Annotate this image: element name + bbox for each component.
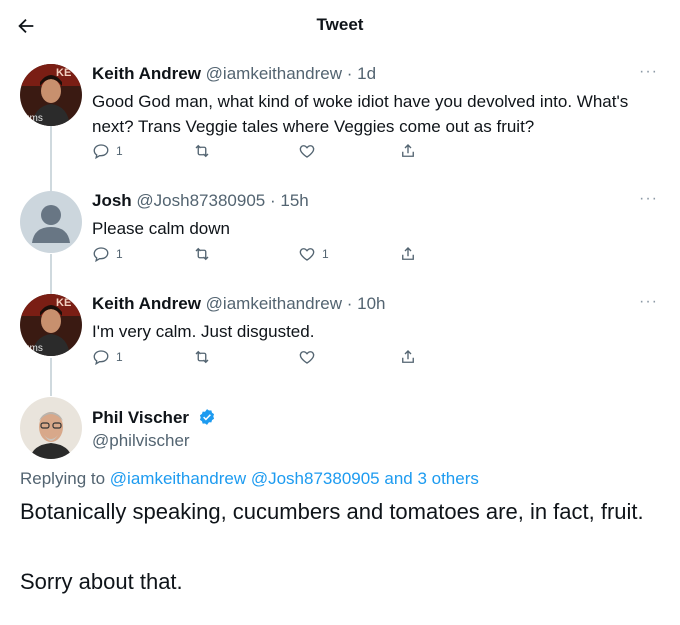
main-handle[interactable]: @philvischer <box>92 431 190 451</box>
retweet-icon <box>195 350 209 364</box>
svg-text:ums: ums <box>24 343 43 354</box>
like-icon <box>299 145 315 158</box>
reply-icon <box>93 247 109 263</box>
separator-dot: · <box>269 191 276 210</box>
main-tweet-text: Botanically speaking, cucumbers and toma… <box>20 499 644 524</box>
timestamp[interactable]: 10h <box>357 294 385 313</box>
handle[interactable]: @iamkeithandrew <box>206 294 342 313</box>
tweet-actions: 1 <box>92 142 432 164</box>
thread-line <box>50 254 52 296</box>
svg-text:ums: ums <box>24 113 43 124</box>
like-button[interactable] <box>298 142 322 160</box>
more-icon[interactable]: ··· <box>639 63 658 81</box>
retweet-button[interactable] <box>192 142 218 160</box>
like-icon <box>299 248 315 261</box>
main-tweet-text-2: Sorry about that. <box>20 569 183 594</box>
thread-line <box>50 358 52 396</box>
header: Tweet <box>0 0 680 52</box>
reply-count: 1 <box>116 144 123 158</box>
reply-count: 1 <box>116 247 123 261</box>
share-icon <box>402 247 414 260</box>
tweet-header: Josh @Josh87380905 · 15h <box>92 191 309 211</box>
reply-count: 1 <box>116 350 123 364</box>
timestamp[interactable]: 1d <box>357 64 376 83</box>
main-display-name[interactable]: Phil Vischer <box>92 408 216 428</box>
display-name[interactable]: Josh <box>92 191 132 210</box>
separator-dot: · <box>346 294 353 313</box>
more-icon[interactable]: ··· <box>639 190 658 208</box>
retweet-icon <box>195 144 209 158</box>
like-icon <box>299 351 315 364</box>
handle[interactable]: @iamkeithandrew <box>206 64 342 83</box>
reply-button[interactable]: 1 <box>92 245 123 263</box>
retweet-button[interactable] <box>192 348 218 366</box>
more-icon[interactable]: ··· <box>639 293 658 311</box>
avatar[interactable]: KE ums <box>20 294 82 356</box>
svg-text:KE: KE <box>56 67 71 79</box>
handle[interactable]: @Josh87380905 <box>136 191 265 210</box>
tweet-actions: 1 <box>92 348 432 370</box>
share-button[interactable] <box>399 348 417 366</box>
retweet-icon <box>195 247 209 261</box>
like-count: 1 <box>322 247 329 261</box>
reply-button[interactable]: 1 <box>92 142 123 160</box>
replying-prefix: Replying to <box>20 469 106 488</box>
share-button[interactable] <box>399 245 417 263</box>
svg-text:KE: KE <box>56 297 71 309</box>
retweet-button[interactable] <box>192 245 218 263</box>
tweet-header: Keith Andrew @iamkeithandrew · 1d <box>92 64 376 84</box>
timestamp[interactable]: 15h <box>280 191 308 210</box>
avatar[interactable] <box>20 397 82 459</box>
tweet-text: Please calm down <box>92 219 230 238</box>
reply-icon <box>93 350 109 366</box>
reply-icon <box>93 144 109 160</box>
share-button[interactable] <box>399 142 417 160</box>
avatar[interactable] <box>20 191 82 253</box>
display-name[interactable]: Keith Andrew <box>92 294 201 313</box>
thread-line <box>50 126 52 192</box>
avatar[interactable]: KE ums <box>20 64 82 126</box>
reply-button[interactable]: 1 <box>92 348 123 366</box>
replying-to: Replying to @iamkeithandrew @Josh8738090… <box>20 469 479 489</box>
replying-to-links[interactable]: @iamkeithandrew @Josh87380905 and 3 othe… <box>110 469 479 488</box>
page-title: Tweet <box>316 15 364 34</box>
like-button[interactable] <box>298 348 322 366</box>
verified-badge-icon <box>199 409 214 425</box>
tweet-actions: 1 1 <box>92 245 432 267</box>
share-icon <box>402 144 414 157</box>
tweet-text: I'm very calm. Just disgusted. <box>92 322 315 341</box>
tweet-header: Keith Andrew @iamkeithandrew · 10h <box>92 294 386 314</box>
like-button[interactable]: 1 <box>298 245 329 263</box>
tweet-text: Good God man, what kind of woke idiot ha… <box>92 92 629 136</box>
separator-dot: · <box>346 64 353 83</box>
display-name[interactable]: Keith Andrew <box>92 64 201 83</box>
share-icon <box>402 350 414 363</box>
